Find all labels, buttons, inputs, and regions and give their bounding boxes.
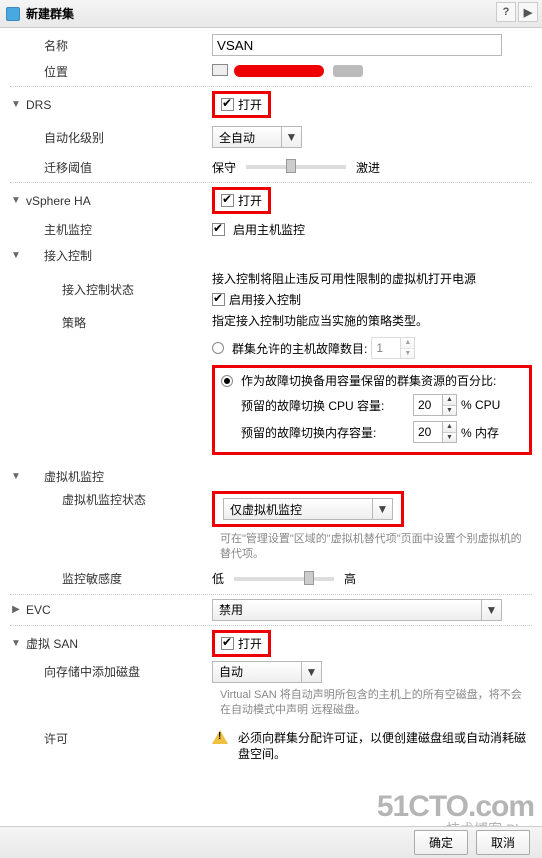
collapse-icon[interactable]: ▼ <box>10 195 22 206</box>
vsan-add-select[interactable]: 自动▼ <box>212 661 322 683</box>
drs-open-label: 打开 <box>238 96 262 113</box>
titlebar: 新建群集 ? ▶ <box>0 0 542 28</box>
admission-enable-label: 启用接入控制 <box>229 291 301 308</box>
policy-radio1-label: 群集允许的主机故障数目: <box>232 340 367 357</box>
vm-monitor-state-label: 虚拟机监控状态 <box>22 491 212 508</box>
policy-radio-percent[interactable] <box>221 375 233 387</box>
ok-button[interactable]: 确定 <box>414 830 468 855</box>
sensitivity-high: 高 <box>344 570 356 587</box>
slider-low-label: 保守 <box>212 159 236 176</box>
hostfail-spinner[interactable]: 1 ▲▼ <box>371 337 415 359</box>
migration-slider[interactable] <box>246 165 346 169</box>
cluster-icon <box>6 7 20 21</box>
cpu-reserve-unit: % CPU <box>461 398 523 412</box>
sensitivity-slider[interactable] <box>234 577 334 581</box>
automation-select[interactable]: 全自动▼ <box>212 126 302 148</box>
vm-monitor-label: 虚拟机监控 <box>22 468 212 485</box>
migration-label: 迁移阈值 <box>22 159 212 176</box>
host-monitor-label: 主机监控 <box>22 221 212 238</box>
ha-open-label: 打开 <box>238 192 262 209</box>
vsan-enable-checkbox[interactable] <box>221 637 234 650</box>
host-monitor-value: 启用主机监控 <box>233 221 305 238</box>
ha-label: vSphere HA <box>22 194 212 208</box>
evc-select[interactable]: 禁用▼ <box>212 599 502 621</box>
warning-icon <box>212 730 228 744</box>
policy-label: 策略 <box>22 312 212 331</box>
mem-reserve-unit: % 内存 <box>461 424 523 441</box>
cpu-reserve-spinner[interactable]: 20 ▲▼ <box>413 394 457 416</box>
collapse-icon[interactable]: ▼ <box>10 638 22 649</box>
policy-percentage-box: 作为故障切换备用容量保留的群集资源的百分比: 预留的故障切换 CPU 容量: 2… <box>212 365 532 455</box>
sensitivity-label: 监控敏感度 <box>22 570 212 587</box>
host-monitor-checkbox[interactable] <box>212 223 225 236</box>
admission-state-label: 接入控制状态 <box>22 281 212 298</box>
ha-enable-checkbox[interactable] <box>221 194 234 207</box>
collapse-icon[interactable]: ▼ <box>10 471 22 482</box>
cancel-button[interactable]: 取消 <box>476 830 530 855</box>
slider-high-label: 激进 <box>356 159 380 176</box>
policy-radio2-label: 作为故障切换备用容量保留的群集资源的百分比: <box>241 372 496 389</box>
policy-desc: 指定接入控制功能应当实施的策略类型。 <box>212 312 532 329</box>
admission-desc: 接入控制将阻止违反可用性限制的虚拟机打开电源 <box>212 270 476 287</box>
pin-icon[interactable]: ▶ <box>518 2 538 22</box>
name-label: 名称 <box>22 37 212 54</box>
vm-monitor-select[interactable]: 仅虚拟机监控▼ <box>223 498 393 520</box>
mem-reserve-spinner[interactable]: 20 ▲▼ <box>413 421 457 443</box>
help-icon[interactable]: ? <box>496 2 516 22</box>
automation-label: 自动化级别 <box>22 129 212 146</box>
mem-reserve-label: 预留的故障切换内存容量: <box>225 424 409 441</box>
admission-enable-checkbox[interactable] <box>212 293 225 306</box>
vsan-open-label: 打开 <box>238 635 262 652</box>
license-warning: 必须向群集分配许可证，以便创建磁盘组或自动消耗磁盘空间。 <box>238 730 532 764</box>
drs-enable-checkbox[interactable] <box>221 98 234 111</box>
expand-icon[interactable]: ▶ <box>10 604 22 615</box>
admission-label: 接入控制 <box>22 247 212 264</box>
sensitivity-low: 低 <box>212 570 224 587</box>
footer: 确定 取消 <box>0 826 542 858</box>
collapse-icon[interactable]: ▼ <box>10 99 22 110</box>
cpu-reserve-label: 预留的故障切换 CPU 容量: <box>225 397 409 414</box>
policy-radio-hostfail[interactable] <box>212 342 224 354</box>
content-area: 名称 位置 ▼ DRS 打开 自动化级别 全自动▼ <box>0 28 542 818</box>
window-title: 新建群集 <box>26 5 74 22</box>
location-label: 位置 <box>22 63 212 80</box>
collapse-icon[interactable]: ▼ <box>10 250 22 261</box>
vsan-note: Virtual SAN 将自动声明所包含的主机上的所有空磁盘，将不会在自动模式中… <box>10 685 532 722</box>
name-input[interactable] <box>212 34 502 56</box>
vm-monitor-note: 可在"管理设置"区域的"虚拟机替代项"页面中设置个别虚拟机的替代项。 <box>10 529 532 566</box>
vsan-add-label: 向存储中添加磁盘 <box>22 663 212 680</box>
location-redacted <box>234 65 324 77</box>
vsan-label: 虚拟 SAN <box>22 635 212 652</box>
evc-label: EVC <box>22 603 212 617</box>
location-redacted-2 <box>333 65 363 77</box>
drs-label: DRS <box>22 98 212 112</box>
license-label: 许可 <box>22 730 212 747</box>
datacenter-icon <box>212 64 230 78</box>
